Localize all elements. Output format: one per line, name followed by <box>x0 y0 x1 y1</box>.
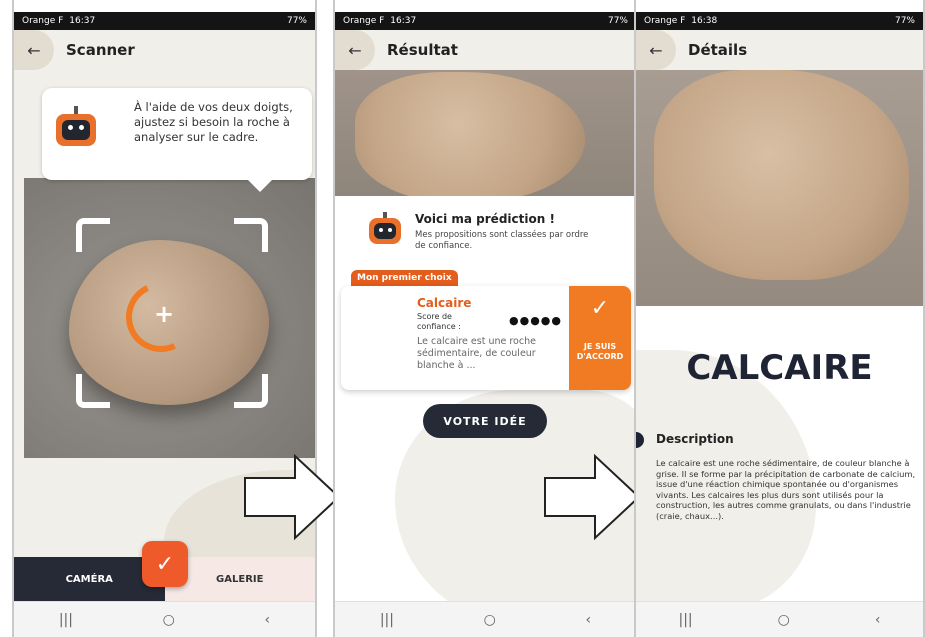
check-icon: ✓ <box>590 296 610 321</box>
rock-image <box>355 72 585 202</box>
back-button[interactable]: ← <box>636 30 676 70</box>
time: 16:37 <box>390 16 417 26</box>
top-strip <box>636 0 923 12</box>
robot-mascot-icon <box>369 212 409 252</box>
page-title: Résultat <box>387 41 458 59</box>
composite-screens: Orange F 16:37 77% ← Scanner + À l'aide d… <box>0 0 925 637</box>
recent-apps-icon[interactable]: ||| <box>59 612 73 628</box>
frame-corner-bottom-right[interactable] <box>234 374 268 408</box>
carrier: Orange F <box>644 16 686 26</box>
system-nav-bar: ||| ○ ‹ <box>14 601 315 637</box>
rock-title: CALCAIRE <box>686 348 873 388</box>
time: 16:38 <box>691 16 718 26</box>
rock-name: Calcaire <box>417 296 472 310</box>
next-arrow-icon <box>244 453 341 541</box>
system-nav-bar: ||| ○ ‹ <box>335 601 636 637</box>
confirm-button[interactable]: ✓ <box>142 541 188 587</box>
home-icon[interactable]: ○ <box>778 612 790 628</box>
status-bar: Orange F 16:38 77% <box>636 12 923 30</box>
rock-description-preview: Le calcaire est une roche sédimentaire, … <box>417 336 536 371</box>
arrow-left-icon: ← <box>348 40 362 60</box>
rock-image <box>654 70 909 280</box>
carrier: Orange F <box>343 16 385 26</box>
your-idea-button[interactable]: VOTRE IDÉE <box>423 404 547 438</box>
check-icon: ✓ <box>155 551 175 577</box>
carrier: Orange F <box>22 16 64 26</box>
battery: 77% <box>607 16 628 26</box>
status-bar: Orange F 16:37 77% <box>14 12 315 30</box>
home-icon[interactable]: ○ <box>484 612 496 628</box>
status-bar: Orange F 16:37 77% <box>335 12 636 30</box>
app-bar: ← Détails <box>636 30 923 70</box>
instruction-text: À l'aide de vos deux doigts, ajustez si … <box>134 100 293 144</box>
description-text: Le calcaire est une roche sédimentaire, … <box>656 458 916 521</box>
battery: 77% <box>286 16 307 26</box>
description-heading: Description <box>656 432 734 446</box>
frame-corner-top-left[interactable] <box>76 218 110 252</box>
home-icon[interactable]: ○ <box>163 612 175 628</box>
recent-apps-icon[interactable]: ||| <box>380 612 394 628</box>
arrow-left-icon: ← <box>649 40 663 60</box>
robot-mascot-icon <box>56 106 96 146</box>
app-bar: ← Résultat <box>335 30 636 70</box>
phone-details-screen: Orange F 16:38 77% ← Détails CALCAIRE Des… <box>634 0 925 637</box>
first-choice-chip: Mon premier choix <box>351 270 458 286</box>
next-arrow-icon <box>544 453 641 541</box>
recent-apps-icon[interactable]: ||| <box>679 612 693 628</box>
page-title: Détails <box>688 41 748 59</box>
agree-label: JE SUIS D'ACCORD <box>576 342 624 361</box>
plus-icon: + <box>154 300 175 328</box>
back-button[interactable]: ← <box>335 30 375 70</box>
prediction-subtitle: Mes propositions sont classées par ordre… <box>415 230 589 251</box>
arrow-left-icon: ← <box>27 40 41 60</box>
instruction-bubble: À l'aide de vos deux doigts, ajustez si … <box>42 88 312 192</box>
back-button[interactable]: ← <box>14 30 54 70</box>
battery: 77% <box>894 16 915 26</box>
top-strip <box>14 0 315 12</box>
page-title: Scanner <box>66 41 135 59</box>
prediction-card[interactable]: Calcaire Score de confiance : ●●●●● Le c… <box>341 286 631 390</box>
top-strip <box>335 0 636 12</box>
back-nav-icon[interactable]: ‹ <box>265 612 271 628</box>
app-bar: ← Scanner <box>14 30 315 70</box>
score-label: Score de confiance : <box>417 312 461 331</box>
back-nav-icon[interactable]: ‹ <box>586 612 592 628</box>
prediction-title: Voici ma prédiction ! <box>415 212 555 226</box>
frame-corner-top-right[interactable] <box>234 218 268 252</box>
frame-corner-bottom-left[interactable] <box>76 374 110 408</box>
time: 16:37 <box>69 16 96 26</box>
system-nav-bar: ||| ○ ‹ <box>636 601 923 637</box>
confidence-dots: ●●●●● <box>509 314 562 327</box>
back-nav-icon[interactable]: ‹ <box>875 612 881 628</box>
agree-button[interactable]: ✓ JE SUIS D'ACCORD <box>569 286 631 390</box>
